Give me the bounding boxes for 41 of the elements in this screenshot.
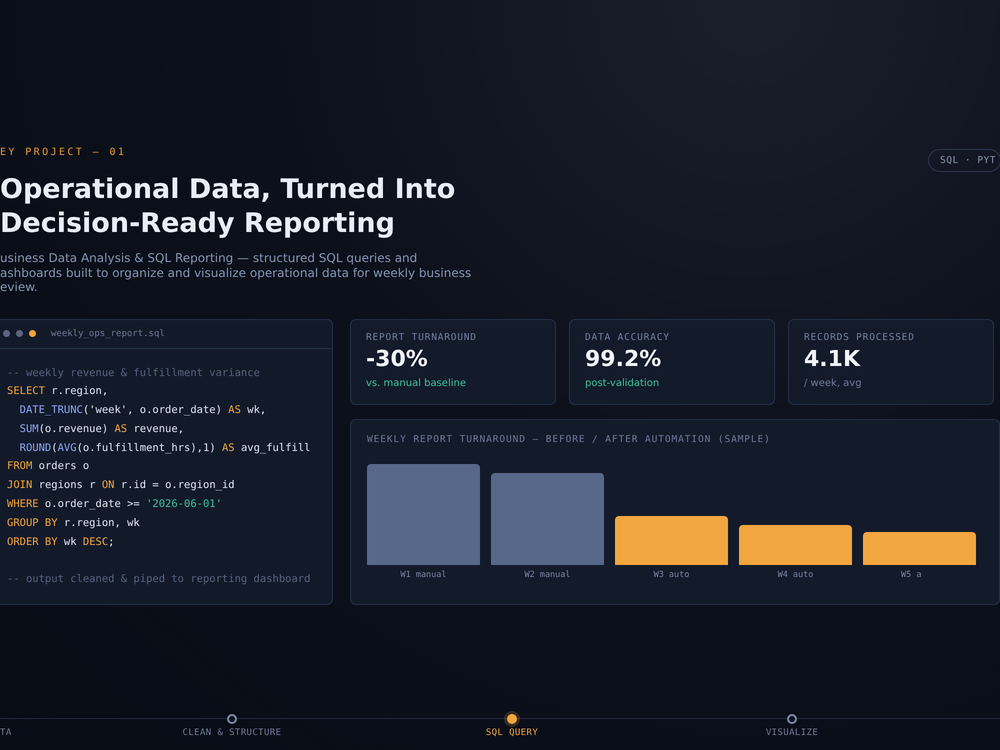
- code-line: DATE_TRUNC('week', o.order_date) AS wk,: [18, 403, 268, 418]
- bar-label: W4 auto: [778, 570, 814, 580]
- window-dot-icon: [16, 330, 23, 337]
- window-dot-icon: [29, 330, 36, 337]
- metric-label: DATA ACCURACY: [585, 332, 671, 342]
- metric-note: post-validation: [585, 378, 660, 388]
- page-title: Decision-Ready Reporting: [0, 207, 396, 241]
- window-dot-icon: [3, 330, 10, 337]
- code-line: GROUP BY r.region, wk: [7, 516, 141, 531]
- metric-value: -30%: [366, 346, 429, 372]
- bar-label: W2 manual: [524, 570, 571, 580]
- metric-label: RECORDS PROCESSED: [804, 332, 916, 342]
- step-label[interactable]: CLEAN & STRUCTURE: [182, 728, 282, 738]
- step-label[interactable]: VISUALIZE: [766, 728, 818, 738]
- description-text: eview.: [0, 280, 39, 294]
- metric-value: 4.1K: [804, 346, 862, 372]
- code-line: SUM(o.revenue) AS revenue,: [18, 422, 186, 437]
- code-line: SELECT r.region,: [7, 384, 110, 400]
- eyebrow-label: EY PROJECT — 01: [0, 146, 128, 160]
- metric-value: 99.2%: [585, 346, 662, 372]
- file-name: weekly_ops_report.sql: [51, 328, 165, 338]
- description-text: usiness Data Analysis & SQL Reporting — structured SQL queries and: [0, 251, 418, 266]
- bar-label: W1 manual: [400, 570, 447, 580]
- code-line: FROM orders o: [7, 459, 90, 474]
- code-line: WHERE o.order_date >= '2026-06-01': [7, 497, 223, 512]
- code-line: -- output cleaned & piped to reporting dashboard: [7, 572, 312, 588]
- step-label[interactable]: TA: [0, 728, 12, 738]
- metric-label: REPORT TURNAROUND: [366, 332, 478, 342]
- bar-label: W5 a: [901, 570, 922, 580]
- description-text: ashboards built to organize and visualize operational data for weekly business: [0, 266, 472, 280]
- code-line: JOIN regions r ON r.id = o.region_id: [7, 478, 236, 494]
- chart-title: WEEKLY REPORT TURNAROUND — BEFORE / AFTER AUTOMATION (SAMPLE): [367, 434, 772, 444]
- tech-tag: SQL · PYT: [928, 149, 1000, 172]
- bar-label: W3 auto: [654, 570, 690, 580]
- code-line: ORDER BY wk DESC;: [7, 534, 116, 550]
- code-line: ROUND(AVG(o.fulfillment_hrs),1) AS avg_fulfill: [18, 440, 312, 456]
- page-title: Operational Data, Turned Into: [0, 173, 456, 207]
- metric-note: / week, avg: [804, 378, 863, 388]
- step-label[interactable]: SQL QUERY: [486, 728, 538, 738]
- code-line: -- weekly revenue & fulfillment variance: [7, 366, 261, 380]
- metric-note: vs. manual baseline: [366, 378, 467, 388]
